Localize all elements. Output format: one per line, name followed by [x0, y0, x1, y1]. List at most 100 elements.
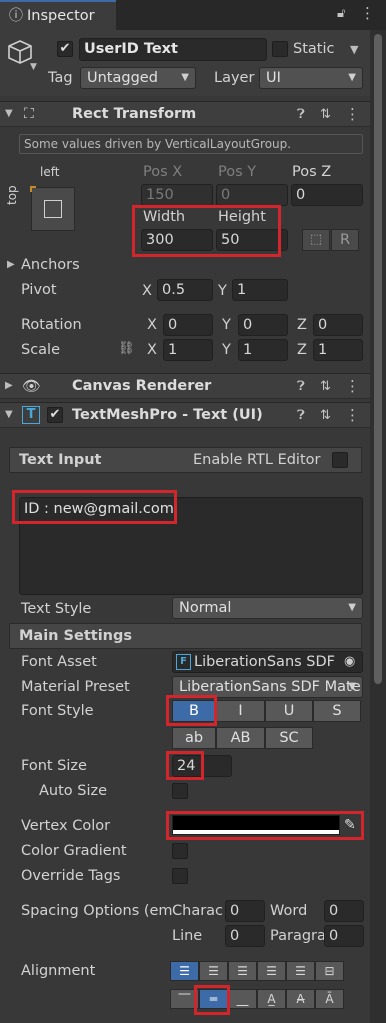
align-capline-icon[interactable]: Ā: [315, 989, 344, 1009]
scrollbar-track[interactable]: [370, 30, 386, 1023]
align-middle-icon[interactable]: ═: [199, 989, 228, 1009]
active-checkbox[interactable]: ✔: [57, 41, 73, 57]
object-name-field[interactable]: UserID Text: [79, 38, 267, 61]
align-bottom-icon[interactable]: ⎽: [228, 989, 257, 1009]
layer-label: Layer: [214, 70, 255, 86]
scale-y-label: Y: [222, 342, 231, 358]
rot-y-field[interactable]: 0: [238, 314, 288, 336]
textmeshpro-header[interactable]: ▼ T ✔ TextMeshPro - Text (UI) ❓︎ ⇅ ⋮: [0, 402, 370, 428]
rot-x-label: X: [147, 317, 157, 333]
smallcaps-button[interactable]: SC: [265, 727, 313, 749]
align-geometry-center-icon[interactable]: ⊟: [315, 961, 344, 981]
font-asset-field[interactable]: F LiberationSans SDF: [172, 651, 363, 673]
rect-transform-icon: ⛶: [24, 106, 34, 122]
eyedropper-icon[interactable]: ✎: [344, 816, 356, 834]
collapse-arrow-icon: ▼: [5, 409, 13, 420]
line-spacing-field[interactable]: 0: [225, 925, 265, 947]
color-gradient-label: Color Gradient: [21, 843, 127, 859]
rtl-checkbox[interactable]: [332, 452, 348, 468]
uppercase-button[interactable]: AB: [216, 727, 265, 749]
static-label: Static: [293, 41, 335, 57]
rtl-label: Enable RTL Editor: [193, 452, 321, 468]
auto-size-checkbox[interactable]: [172, 783, 188, 799]
rect-transform-header[interactable]: ▼ ⛶ Rect Transform ❓︎ ⇅ ⋮: [0, 101, 370, 127]
blueprint-mode-button[interactable]: ⬚: [302, 229, 330, 251]
posz-field[interactable]: 0: [291, 184, 363, 206]
icon-dropdown-arrow[interactable]: ▼: [30, 62, 37, 72]
component-enabled-checkbox[interactable]: ✔: [47, 407, 63, 423]
rot-x-field[interactable]: 0: [163, 314, 213, 336]
scale-z-field[interactable]: 1: [313, 339, 363, 361]
component-title: Canvas Renderer: [72, 378, 212, 394]
presets-icon[interactable]: ⇅: [320, 379, 331, 394]
text-style-dropdown[interactable]: Normal: [172, 597, 363, 619]
posx-field: 150: [141, 184, 213, 206]
align-top-icon[interactable]: ⎺: [170, 989, 199, 1009]
word-spacing-field[interactable]: 0: [324, 900, 364, 922]
align-baseline-icon[interactable]: A̲: [257, 989, 286, 1009]
constrain-proportions-icon[interactable]: ⛓︎: [118, 340, 135, 358]
bold-button[interactable]: B: [172, 700, 216, 722]
vertex-color-swatch[interactable]: [172, 815, 340, 835]
scrollbar-thumb[interactable]: [374, 34, 382, 684]
help-icon[interactable]: ❓︎: [297, 379, 305, 394]
presets-icon[interactable]: ⇅: [320, 107, 331, 122]
main-settings-header: Main Settings: [9, 623, 362, 649]
scale-y-field[interactable]: 1: [238, 339, 288, 361]
component-title: Rect Transform: [72, 106, 197, 122]
text-input-value: ID : new@gmail.com: [24, 501, 174, 517]
raw-edit-button[interactable]: R: [331, 229, 359, 251]
underline-button[interactable]: U: [265, 700, 313, 722]
rot-z-label: Z: [297, 317, 307, 333]
align-justified-icon[interactable]: ☰: [257, 961, 286, 981]
width-field[interactable]: 300: [141, 229, 213, 251]
lowercase-button[interactable]: ab: [172, 727, 216, 749]
component-menu-icon[interactable]: ⋮: [345, 406, 360, 424]
object-picker-icon[interactable]: ◉: [344, 653, 355, 671]
tab-inspector[interactable]: ⓘ Inspector: [0, 0, 116, 30]
font-size-field[interactable]: 24: [172, 755, 232, 777]
italic-button[interactable]: I: [216, 700, 265, 722]
static-checkbox[interactable]: [272, 41, 288, 57]
color-gradient-checkbox[interactable]: [172, 843, 188, 859]
help-icon[interactable]: ❓︎: [297, 107, 305, 122]
anchor-h-label: left: [40, 165, 60, 179]
pivot-y-field[interactable]: 1: [232, 279, 288, 301]
tag-label: Tag: [48, 70, 73, 86]
alignment-label: Alignment: [21, 963, 96, 979]
textmeshpro-icon: T: [22, 406, 40, 424]
strikethrough-button[interactable]: S: [313, 700, 361, 722]
paragraph-spacing-field[interactable]: 0: [324, 925, 364, 947]
rot-y-label: Y: [222, 317, 231, 333]
text-input-label: Text Input: [19, 452, 102, 468]
material-preset-label: Material Preset: [21, 679, 130, 695]
override-tags-checkbox[interactable]: [172, 868, 188, 884]
material-preset-dropdown[interactable]: LiberationSans SDF Mate: [172, 676, 363, 698]
lock-icon[interactable]: 🔓︎: [337, 5, 345, 23]
layer-dropdown[interactable]: UI: [259, 67, 363, 89]
anchor-v-label: top: [5, 185, 19, 205]
help-icon[interactable]: ❓︎: [297, 408, 305, 423]
kebab-menu-icon[interactable]: ⋮: [360, 4, 375, 22]
pivot-x-field[interactable]: 0.5: [157, 279, 213, 301]
component-menu-icon[interactable]: ⋮: [345, 105, 360, 123]
rot-z-field[interactable]: 0: [313, 314, 363, 336]
align-center-icon[interactable]: ☰: [199, 961, 228, 981]
scale-x-field[interactable]: 1: [163, 339, 213, 361]
canvas-renderer-header[interactable]: ▶ 👁︎ Canvas Renderer ❓︎ ⇅ ⋮: [0, 373, 370, 399]
tag-dropdown[interactable]: Untagged: [80, 67, 196, 89]
component-menu-icon[interactable]: ⋮: [345, 377, 360, 395]
height-field[interactable]: 50: [216, 229, 288, 251]
align-flush-icon[interactable]: ☰: [286, 961, 315, 981]
text-input-section-header: Text Input Enable RTL Editor: [9, 447, 362, 473]
static-dropdown-arrow[interactable]: ▼: [350, 43, 358, 56]
align-right-icon[interactable]: ☰: [228, 961, 257, 981]
anchors-label[interactable]: Anchors: [21, 256, 80, 274]
presets-icon[interactable]: ⇅: [320, 408, 331, 423]
character-spacing-field[interactable]: 0: [225, 900, 265, 922]
align-left-icon[interactable]: ☰: [170, 961, 199, 981]
anchors-expand-arrow[interactable]: ▶: [7, 259, 15, 270]
align-midline-icon[interactable]: A̶: [286, 989, 315, 1009]
anchor-preset-button[interactable]: [30, 186, 75, 231]
font-size-label: Font Size: [21, 758, 87, 774]
